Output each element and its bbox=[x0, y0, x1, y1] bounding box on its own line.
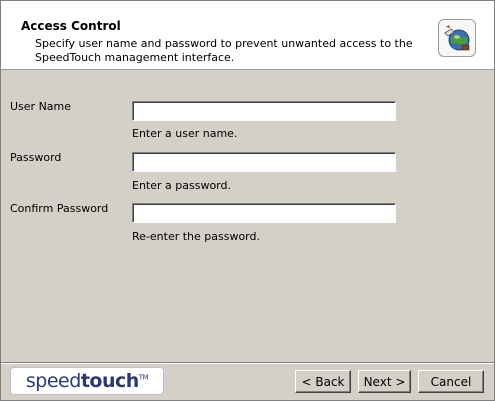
speedtouch-logo: speedtouchTM bbox=[10, 367, 164, 395]
wizard-dialog: Access Control Specify user name and pas… bbox=[0, 0, 495, 401]
footer-separator bbox=[1, 362, 494, 364]
username-field[interactable] bbox=[132, 101, 396, 121]
logo-trademark: TM bbox=[138, 373, 149, 382]
next-button[interactable]: Next > bbox=[358, 370, 411, 393]
wizard-header: Access Control Specify user name and pas… bbox=[1, 1, 494, 70]
username-hint: Enter a user name. bbox=[132, 127, 238, 140]
page-title: Access Control bbox=[21, 19, 121, 33]
password-field[interactable] bbox=[132, 152, 396, 172]
confirm-password-label: Confirm Password bbox=[10, 202, 109, 215]
back-button[interactable]: < Back bbox=[295, 370, 351, 393]
password-label: Password bbox=[10, 151, 62, 164]
username-label: User Name bbox=[10, 100, 72, 113]
confirm-password-field[interactable] bbox=[132, 203, 396, 223]
logo-text-light: speed bbox=[25, 370, 81, 392]
cancel-button[interactable]: Cancel bbox=[418, 370, 484, 393]
logo-text-bold: touch bbox=[80, 370, 139, 392]
password-hint: Enter a password. bbox=[132, 179, 231, 192]
page-description: Specify user name and password to preven… bbox=[35, 37, 413, 64]
confirm-password-hint: Re-enter the password. bbox=[132, 230, 260, 243]
wizard-globe-icon bbox=[438, 19, 476, 57]
